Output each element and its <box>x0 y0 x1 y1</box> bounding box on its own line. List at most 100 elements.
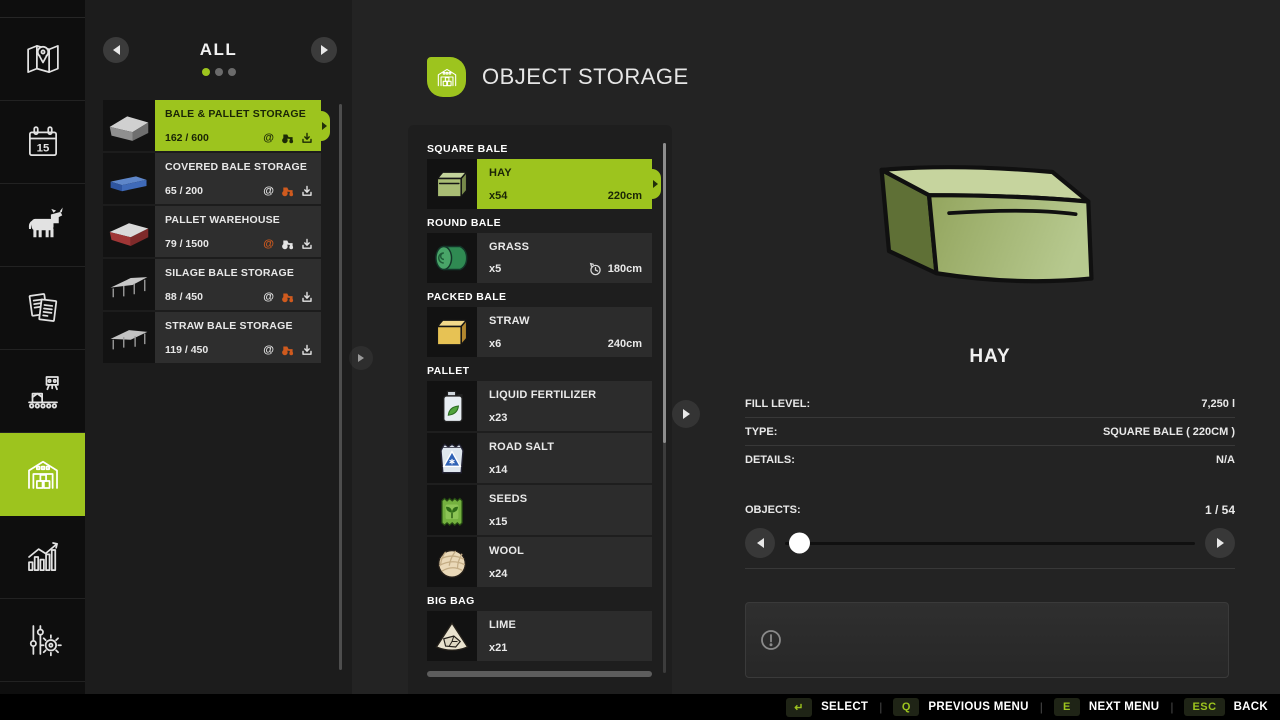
sidebar-item-contracts[interactable] <box>0 267 85 350</box>
object-row-seeds[interactable]: SEEDS x15 <box>427 485 652 535</box>
building-row-pallet-warehouse[interactable]: PALLET WAREHOUSE 79 / 1500 @ <box>103 206 321 257</box>
object-info: HAY x54 220cm <box>477 159 652 209</box>
object-row-grass[interactable]: GRASS x5 180cm <box>427 233 652 283</box>
object-row-hay[interactable]: HAY x54 220cm <box>427 159 652 209</box>
object-row-liquid-fertilizer[interactable]: LIQUID FERTILIZER x23 <box>427 381 652 431</box>
page-dots <box>85 68 352 76</box>
action-back[interactable]: ESC BACK <box>1184 698 1268 716</box>
q-key: Q <box>893 698 919 716</box>
building-row-silage-bale-storage[interactable]: SILAGE BALE STORAGE 88 / 450 @ <box>103 259 321 310</box>
object-count: x21 <box>489 642 507 654</box>
object-row-wool[interactable]: WOOL x24 <box>427 537 652 587</box>
download-icon <box>301 344 313 356</box>
object-thumbnail <box>427 159 477 209</box>
action-next-menu[interactable]: E NEXT MENU <box>1054 698 1159 716</box>
details-row: DETAILS: N/A <box>745 446 1235 473</box>
group-label: PALLET <box>427 365 652 377</box>
next-category-button[interactable] <box>311 37 337 63</box>
sidebar-item-storage[interactable] <box>0 433 85 516</box>
building-row-covered-bale-storage[interactable]: COVERED BALE STORAGE 65 / 200 @ <box>103 153 321 204</box>
building-row-straw-bale-storage[interactable]: STRAW BALE STORAGE 119 / 450 @ <box>103 312 321 363</box>
calendar-icon: 15 <box>22 121 64 163</box>
download-icon <box>301 132 313 144</box>
divider: | <box>879 700 882 714</box>
production-icon <box>22 370 64 412</box>
object-slider[interactable] <box>785 542 1195 545</box>
object-row-straw[interactable]: STRAW x6 240cm <box>427 307 652 357</box>
page-dot <box>228 68 236 76</box>
object-info: STRAW x6 240cm <box>477 307 652 357</box>
sidebar-spacer <box>0 0 85 18</box>
objects-row: OBJECTS: 1 / 54 <box>745 497 1235 523</box>
object-info: LIME x21 <box>477 611 652 661</box>
shed-gray-image <box>106 105 152 147</box>
sidebar-item-statistics[interactable] <box>0 516 85 599</box>
buildings-list: BALE & PALLET STORAGE 162 / 600 @ <box>103 100 321 363</box>
object-count: x24 <box>489 568 507 580</box>
cow-icon <box>22 204 64 246</box>
object-count: x54 <box>489 190 507 202</box>
details-value: N/A <box>1216 454 1235 466</box>
object-size: 220cm <box>608 190 642 202</box>
object-info: LIQUID FERTILIZER x23 <box>477 381 652 431</box>
action-previous-menu[interactable]: Q PREVIOUS MENU <box>893 698 1028 716</box>
canopy-image <box>106 317 152 359</box>
objects-value: 1 / 54 <box>1205 503 1235 517</box>
action-select[interactable]: ↵ SELECT <box>786 698 868 717</box>
object-count: x23 <box>489 412 507 424</box>
download-icon <box>301 238 313 250</box>
shed-blue-image <box>106 158 152 200</box>
page-dot <box>215 68 223 76</box>
sidebar-item-calendar[interactable]: 15 <box>0 101 85 184</box>
selected-row-notch <box>647 169 661 199</box>
sidebar: 15 <box>0 0 85 694</box>
sidebar-item-map[interactable] <box>0 18 85 101</box>
selected-row-notch <box>316 111 330 141</box>
at-icon: @ <box>263 239 274 250</box>
buildings-scrollbar[interactable] <box>339 104 342 670</box>
object-thumbnail <box>427 485 477 535</box>
bottom-action-bar: ↵ SELECT | Q PREVIOUS MENU | E NEXT MENU… <box>0 694 1280 720</box>
objects-scrollbar[interactable] <box>663 143 666 673</box>
object-slider-knob[interactable] <box>789 533 810 554</box>
prev-object-button[interactable] <box>745 528 775 558</box>
at-icon: @ <box>263 133 274 144</box>
object-thumbnail <box>427 433 477 483</box>
objects-scrollbar-thumb[interactable] <box>663 143 666 443</box>
object-storage-screen: 15 <box>0 0 1280 720</box>
object-thumbnail <box>427 537 477 587</box>
object-count: x6 <box>489 338 501 350</box>
building-info: BALE & PALLET STORAGE 162 / 600 @ <box>155 100 321 151</box>
sidebar-item-settings[interactable] <box>0 599 85 682</box>
sidebar-item-production[interactable] <box>0 350 85 433</box>
object-row-lime[interactable]: LIME x21 <box>427 611 652 661</box>
statistics-icon <box>22 536 64 578</box>
building-row-bale-pallet-storage[interactable]: BALE & PALLET STORAGE 162 / 600 @ <box>103 100 321 151</box>
fill-level-row: FILL LEVEL: 7,250 l <box>745 390 1235 418</box>
object-info: SEEDS x15 <box>477 485 652 535</box>
object-selector <box>745 528 1235 558</box>
object-count: x15 <box>489 516 507 528</box>
fill-level-label: FILL LEVEL: <box>745 398 810 410</box>
straw-bale-image <box>430 310 474 354</box>
esc-key: ESC <box>1184 698 1224 716</box>
expand-objects-arrow[interactable] <box>672 400 700 428</box>
canopy-image <box>106 264 152 306</box>
object-thumbnail <box>427 381 477 431</box>
building-info: STRAW BALE STORAGE 119 / 450 @ <box>155 312 321 363</box>
settings-icon <box>22 619 64 661</box>
tractor-icon <box>281 238 294 250</box>
building-count: 79 / 1500 <box>165 238 209 250</box>
next-object-button[interactable] <box>1205 528 1235 558</box>
object-row-road-salt[interactable]: ROAD SALT x14 <box>427 433 652 483</box>
arrow-right-icon <box>683 409 690 419</box>
sidebar-item-animals[interactable] <box>0 184 85 267</box>
at-icon: @ <box>263 292 274 303</box>
object-storage-badge <box>427 57 466 97</box>
divider: | <box>1170 700 1173 714</box>
expand-buildings-arrow[interactable] <box>349 346 373 370</box>
type-label: TYPE: <box>745 426 777 438</box>
at-icon: @ <box>263 186 274 197</box>
map-icon <box>22 38 64 80</box>
building-thumbnail <box>103 100 155 151</box>
